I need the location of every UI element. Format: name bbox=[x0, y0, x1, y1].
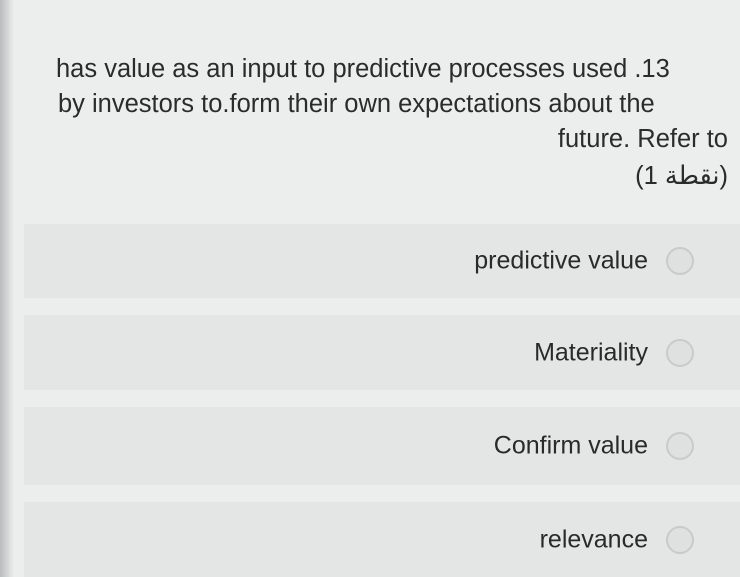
radio-button[interactable] bbox=[666, 525, 694, 554]
option-label: relevance bbox=[539, 525, 648, 553]
answer-options: predictive value Materiality Confirm val… bbox=[24, 224, 740, 577]
option-label: predictive value bbox=[474, 246, 648, 275]
question-line-3: future. Refer to bbox=[557, 125, 728, 153]
question-points: (نقطة 1) bbox=[635, 162, 728, 190]
radio-button[interactable] bbox=[666, 338, 694, 367]
page-edge-shadow bbox=[0, 0, 14, 577]
option-confirm-value[interactable]: Confirm value bbox=[24, 407, 740, 485]
question-text: has value as an input to predictive proc… bbox=[40, 52, 728, 194]
question-line-2: by investors to.form their own expectati… bbox=[58, 90, 655, 118]
option-label: Materiality bbox=[534, 338, 648, 366]
option-relevance[interactable]: relevance bbox=[24, 502, 740, 577]
option-label: Confirm value bbox=[493, 431, 648, 460]
radio-button[interactable] bbox=[666, 432, 694, 460]
option-materiality[interactable]: Materiality bbox=[24, 315, 740, 390]
option-predictive-value[interactable]: predictive value bbox=[24, 224, 740, 298]
radio-button[interactable] bbox=[666, 247, 694, 275]
question-line-1: has value as an input to predictive proc… bbox=[56, 55, 670, 83]
